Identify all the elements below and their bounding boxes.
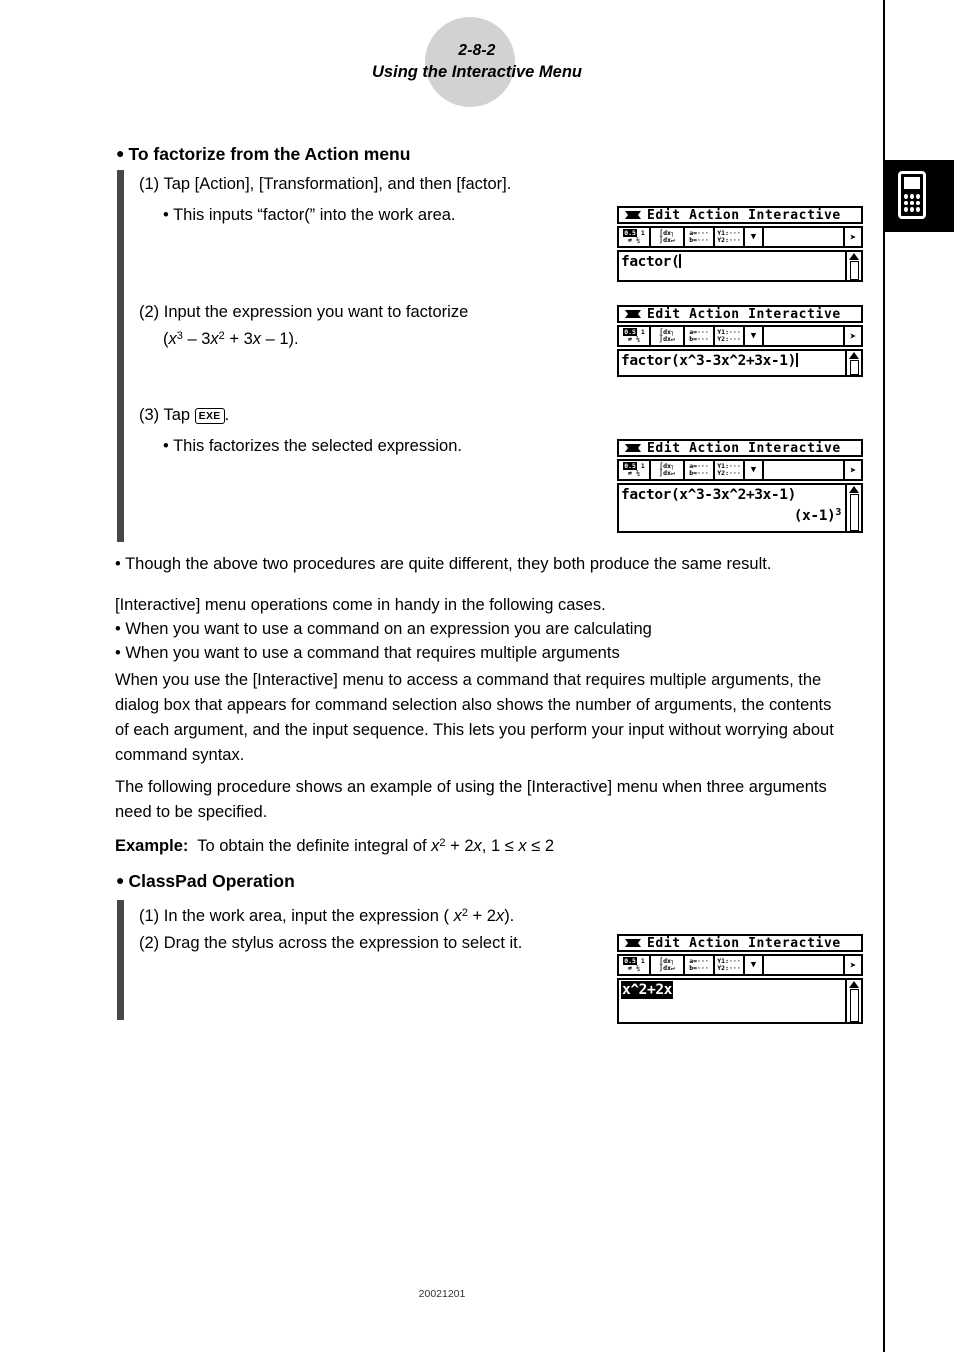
work-area[interactable]: factor(x^3-3x^2+3x-1) (617, 349, 863, 377)
toolbar-variables-icon[interactable]: a=··· b=··· (685, 461, 715, 479)
battery-icon (625, 309, 641, 319)
battery-icon (625, 443, 641, 453)
step-group-rule-1 (117, 170, 124, 542)
toolbar-integral-icon[interactable]: ∫dx┐ ∫dx↵ (651, 228, 685, 246)
step-3-note: • This factorizes the selected expressio… (163, 437, 462, 455)
classpad-step-2: (2) Drag the stylus across the expressio… (139, 934, 523, 952)
page-title: Using the Interactive Menu (372, 63, 582, 81)
toolbar[interactable]: 0.5 1 ⇄ ½ ∫dx┐ ∫dx↵ a=··· b=··· Y1:··· Y2:··… (617, 954, 863, 976)
toolbar-decimal-fraction-icon[interactable]: 0.5 1 ⇄ ½ (619, 461, 651, 479)
toolbar-entry-field[interactable] (764, 228, 845, 246)
section-heading-factorize: ● To factorize from the Action menu (116, 144, 411, 164)
scrollbar[interactable] (845, 485, 861, 531)
exe-key-glyph: EXE (194, 408, 225, 424)
toolbar-next-arrow-icon[interactable]: ➤ (845, 228, 861, 246)
classpad-step-1: (1) In the work area, input the expressi… (139, 907, 515, 925)
note-bullet: • Though the above two procedures are qu… (115, 555, 772, 573)
toolbar-graph-functions-icon[interactable]: Y1:··· Y2:··· (715, 956, 745, 974)
case-bullet-1: • When you want to use a command on an e… (115, 620, 652, 638)
paragraph-1: When you use the [Interactive] menu to a… (115, 671, 834, 764)
scroll-track[interactable] (849, 494, 859, 531)
toolbar-next-arrow-icon[interactable]: ➤ (845, 327, 861, 345)
step-3-text: (3) Tap EXE. (139, 406, 230, 424)
toolbar-dropdown-icon[interactable]: ▼ (745, 327, 764, 345)
header-circle-decoration (425, 17, 515, 107)
menubar[interactable]: Edit Action Interactive (617, 305, 863, 323)
scrollbar[interactable] (845, 252, 861, 280)
footer-code: 20021201 (418, 1288, 466, 1300)
toolbar-variables-icon[interactable]: a=··· b=··· (685, 956, 715, 974)
toolbar-integral-icon[interactable]: ∫dx┐ ∫dx↵ (651, 327, 685, 345)
toolbar-decimal-fraction-icon[interactable]: 0.5 1 ⇄ ½ (619, 327, 651, 345)
work-area-input-line: factor(x^3-3x^2+3x-1) (621, 487, 796, 503)
step-2-text: (2) Input the expression you want to fac… (139, 303, 469, 321)
work-area[interactable]: x^2+2x (617, 978, 863, 1024)
side-tab-calculator (885, 160, 954, 232)
selected-expression[interactable]: x^2+2x (621, 981, 673, 999)
scrollbar[interactable] (845, 351, 861, 375)
example-line: Example: To obtain the definite integral… (115, 837, 555, 855)
scroll-up-icon[interactable] (849, 352, 859, 359)
text-cursor (795, 353, 798, 367)
scroll-track[interactable] (849, 261, 859, 280)
work-area-lines: factor(x^3-3x^2+3x-1) (621, 353, 798, 369)
toolbar[interactable]: 0.5 1 ⇄ ½ ∫dx┐ ∫dx↵ a=··· b=··· Y1:··· Y2:··… (617, 325, 863, 347)
toolbar[interactable]: 0.5 1 ⇄ ½ ∫dx┐ ∫dx↵ a=··· b=··· Y1:··· Y2:··… (617, 459, 863, 481)
toolbar-entry-field[interactable] (764, 461, 845, 479)
toolbar-dropdown-icon[interactable]: ▼ (745, 956, 764, 974)
toolbar-entry-field[interactable] (764, 327, 845, 345)
toolbar-dropdown-icon[interactable]: ▼ (745, 461, 764, 479)
menubar[interactable]: Edit Action Interactive (617, 934, 863, 952)
section-heading-classpad: ● ClassPad Operation (116, 871, 295, 891)
toolbar-integral-icon[interactable]: ∫dx┐ ∫dx↵ (651, 461, 685, 479)
scroll-track[interactable] (849, 360, 859, 375)
intro-line: [Interactive] menu operations come in ha… (115, 596, 606, 614)
bullet-glyph: ● (116, 145, 125, 161)
example-label: Example: (115, 837, 189, 855)
menubar[interactable]: Edit Action Interactive (617, 439, 863, 457)
work-area-lines: factor( (621, 254, 682, 270)
toolbar-graph-functions-icon[interactable]: Y1:··· Y2:··· (715, 327, 745, 345)
toolbar-variables-icon[interactable]: a=··· b=··· (685, 327, 715, 345)
toolbar-graph-functions-icon[interactable]: Y1:··· Y2:··· (715, 461, 745, 479)
toolbar-dropdown-icon[interactable]: ▼ (745, 228, 764, 246)
work-area-lines: x^2+2x (619, 980, 845, 1022)
classpad-screen-4[interactable]: Edit Action Interactive 0.5 1 ⇄ ½ ∫dx┐ ∫dx… (617, 934, 863, 1024)
scrollbar[interactable] (845, 980, 861, 1022)
battery-icon (625, 938, 641, 948)
step-1-text: (1) Tap [Action], [Transformation], and … (139, 175, 512, 193)
toolbar-entry-field[interactable] (764, 956, 845, 974)
toolbar-next-arrow-icon[interactable]: ➤ (845, 956, 861, 974)
case-bullet-2: • When you want to use a command that re… (115, 644, 620, 662)
calculator-icon (898, 171, 926, 219)
work-area-result-line: (x-1)3 (793, 507, 842, 524)
text-cursor (679, 254, 682, 268)
work-area[interactable]: factor( (617, 250, 863, 282)
toolbar-decimal-fraction-icon[interactable]: 0.5 1 ⇄ ½ (619, 228, 651, 246)
toolbar-next-arrow-icon[interactable]: ➤ (845, 461, 861, 479)
toolbar-integral-icon[interactable]: ∫dx┐ ∫dx↵ (651, 956, 685, 974)
bullet-glyph: ● (116, 872, 125, 888)
classpad-screen-3[interactable]: Edit Action Interactive 0.5 1 ⇄ ½ ∫dx┐ ∫dx… (617, 439, 863, 533)
scroll-up-icon[interactable] (849, 981, 859, 988)
toolbar-decimal-fraction-icon[interactable]: 0.5 1 ⇄ ½ (619, 956, 651, 974)
toolbar-graph-functions-icon[interactable]: Y1:··· Y2:··· (715, 228, 745, 246)
page-number: 2-8-2 (458, 42, 496, 59)
toolbar[interactable]: 0.5 1 ⇄ ½ ∫dx┐ ∫dx↵ a=··· b=··· Y1:··· Y2:··… (617, 226, 863, 248)
classpad-screen-1[interactable]: Edit Action Interactive 0.5 1 ⇄ ½ ∫dx┐ ∫dx… (617, 206, 863, 282)
document-page: 2-8-2 Using the Interactive Menu ● To fac… (0, 0, 954, 1352)
scroll-track[interactable] (849, 989, 859, 1022)
work-area-lines: factor(x^3-3x^2+3x-1) (x-1)3 (619, 485, 845, 531)
work-area[interactable]: factor(x^3-3x^2+3x-1) (x-1)3 (617, 483, 863, 533)
scroll-up-icon[interactable] (849, 486, 859, 493)
step-group-rule-2 (117, 900, 124, 1020)
classpad-screen-2[interactable]: Edit Action Interactive 0.5 1 ⇄ ½ ∫dx┐ ∫dx… (617, 305, 863, 377)
menubar[interactable]: Edit Action Interactive (617, 206, 863, 224)
toolbar-variables-icon[interactable]: a=··· b=··· (685, 228, 715, 246)
scroll-up-icon[interactable] (849, 253, 859, 260)
paragraph-2: The following procedure shows an example… (115, 778, 827, 821)
step-2-expression: (x3 – 3x2 + 3x – 1). (163, 330, 299, 348)
step-1-note: • This inputs “factor(” into the work ar… (163, 206, 456, 224)
battery-icon (625, 210, 641, 220)
